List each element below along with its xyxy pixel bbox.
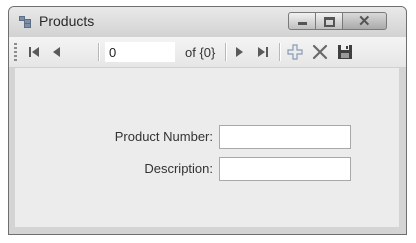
close-button[interactable]: ✕	[343, 12, 387, 30]
minimize-icon	[298, 22, 307, 25]
separator	[279, 43, 281, 61]
description-label: Description:	[144, 161, 213, 176]
move-first-icon[interactable]	[25, 42, 43, 62]
product-number-label: Product Number:	[114, 129, 213, 144]
form-icon	[19, 16, 32, 28]
toolbar-grip[interactable]	[14, 43, 17, 61]
save-icon[interactable]	[335, 42, 355, 62]
product-number-input[interactable]	[219, 125, 351, 149]
count-label: of {0}	[185, 45, 216, 60]
form-area: Product Number: Description:	[15, 68, 399, 227]
move-next-icon[interactable]	[231, 42, 247, 62]
move-previous-icon[interactable]	[49, 42, 65, 62]
position-input[interactable]	[105, 42, 175, 62]
add-new-icon[interactable]	[285, 42, 305, 62]
binding-navigator: of {0}	[9, 37, 406, 68]
title-bar[interactable]: Products ✕	[9, 7, 406, 37]
products-window: Products ✕ of {0}	[8, 6, 407, 235]
separator	[225, 43, 227, 61]
minimize-button[interactable]	[288, 12, 316, 30]
maximize-icon	[324, 17, 335, 27]
close-icon: ✕	[358, 13, 371, 30]
description-input[interactable]	[219, 157, 351, 181]
maximize-button[interactable]	[316, 12, 343, 30]
separator	[98, 43, 100, 61]
delete-icon[interactable]	[310, 42, 330, 62]
move-last-icon[interactable]	[254, 42, 272, 62]
window-title: Products	[39, 13, 95, 29]
